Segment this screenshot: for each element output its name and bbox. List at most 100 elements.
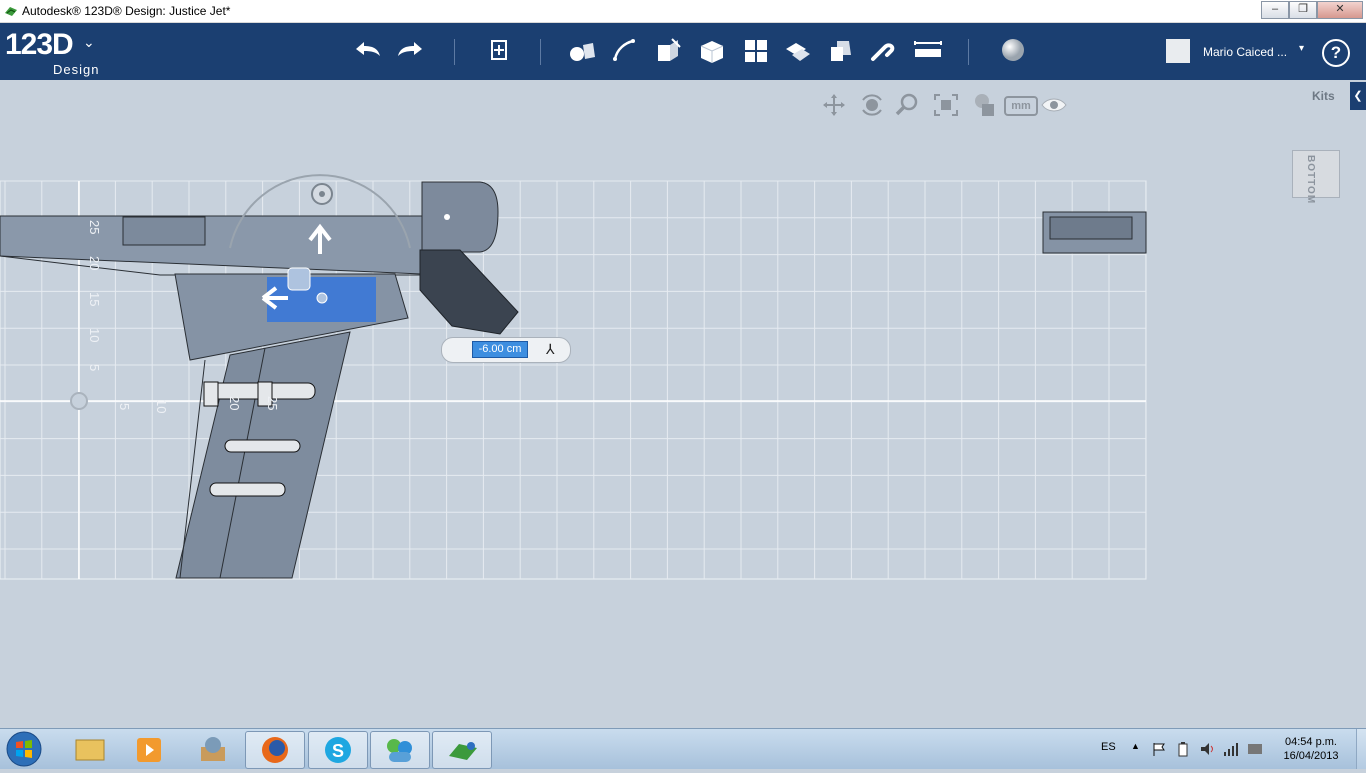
- minimize-button[interactable]: –: [1261, 1, 1289, 19]
- maximize-button[interactable]: ❐: [1289, 1, 1317, 19]
- view-mode-icon[interactable]: [970, 92, 998, 118]
- logo-text: 123D: [5, 28, 74, 61]
- show-desktop-button[interactable]: [1356, 729, 1366, 769]
- 123d-design-icon: [449, 742, 477, 760]
- origin-marker: [70, 392, 88, 410]
- flag-icon[interactable]: [1151, 741, 1167, 757]
- clock-date: 16/04/2013: [1283, 750, 1339, 762]
- ruler-label-h10: 10: [154, 399, 169, 413]
- measure-button[interactable]: [910, 35, 946, 67]
- orbit-icon[interactable]: [858, 92, 886, 118]
- transform-icon: [491, 40, 507, 60]
- modify-button[interactable]: [694, 35, 730, 67]
- taskbar-messenger[interactable]: [370, 731, 430, 769]
- redo-button[interactable]: [392, 35, 428, 67]
- system-clock[interactable]: 04:54 p.m. 16/04/2013: [1280, 735, 1342, 763]
- firefox-icon: [262, 737, 288, 763]
- primitives-button[interactable]: [565, 35, 601, 67]
- tray-expand-icon[interactable]: ▲: [1131, 741, 1140, 751]
- 3d-viewport[interactable]: 25 20 15 10 5 5 10 20 25 mm Kits ❮ BOTTO…: [0, 80, 1366, 728]
- view-cube[interactable]: BOTTOM: [1292, 150, 1340, 204]
- move-handle[interactable]: [287, 267, 311, 291]
- window-title-bar: Autodesk® 123D® Design: Justice Jet* – ❐…: [0, 0, 1366, 23]
- combine-icon: [831, 41, 851, 61]
- zoom-icon[interactable]: [894, 92, 922, 118]
- taskbar-123d-design[interactable]: [432, 731, 492, 769]
- construct-button[interactable]: [650, 35, 686, 67]
- media-player-icon: [137, 738, 161, 762]
- volume-icon[interactable]: [1199, 741, 1215, 757]
- toolbar-separator: [454, 39, 455, 65]
- material-icon: [1002, 39, 1024, 61]
- scene-canvas[interactable]: 25 20 15 10 5 5 10 20 25: [0, 80, 1366, 728]
- start-button[interactable]: [4, 730, 44, 768]
- dimension-input-box: -6.00 cm ⅄: [441, 337, 571, 363]
- kits-panel-toggle[interactable]: ❮: [1350, 82, 1366, 110]
- clock-time: 04:54 p.m.: [1285, 736, 1337, 748]
- pan-icon[interactable]: [820, 92, 848, 118]
- language-indicator[interactable]: ES: [1101, 741, 1116, 753]
- ruler-label-25: 25: [87, 220, 102, 234]
- taskbar-skype[interactable]: S: [308, 731, 368, 769]
- undo-button[interactable]: [350, 35, 386, 67]
- pattern-button[interactable]: [738, 35, 774, 67]
- svg-text:S: S: [332, 741, 344, 761]
- fit-icon[interactable]: [932, 92, 960, 118]
- tray-app-icon[interactable]: [1247, 741, 1263, 757]
- main-toolbar: 123D ⌄ Design Mario Caiced ... ▾ ?: [0, 23, 1366, 80]
- user-name: Mario Caiced ...: [1203, 45, 1288, 59]
- snap-toggle-icon[interactable]: ⅄: [546, 341, 555, 358]
- snap-button[interactable]: [865, 35, 901, 67]
- ruler-label-h25: 25: [265, 396, 280, 410]
- avatar: [1166, 39, 1190, 63]
- grouping-icon: [786, 43, 810, 61]
- eye-icon[interactable]: [1040, 92, 1068, 118]
- taskbar-explorer[interactable]: [60, 731, 118, 767]
- modify-icon: [700, 41, 724, 63]
- windows-explorer-icon: [75, 739, 105, 761]
- chevron-down-icon: ⌄: [83, 34, 95, 50]
- 123d-app-icon: [5, 7, 17, 16]
- window-title: Autodesk® 123D® Design: Justice Jet*: [22, 4, 231, 18]
- toolbar-separator: [968, 39, 969, 65]
- messenger-icon: [387, 739, 412, 762]
- battery-icon[interactable]: [1177, 741, 1189, 757]
- app-icon-3: [201, 737, 225, 761]
- pattern-icon: [745, 40, 767, 62]
- grouping-button[interactable]: [780, 35, 816, 67]
- ruler-label-h5: 5: [117, 403, 132, 410]
- sketch-button[interactable]: [607, 35, 643, 67]
- help-button[interactable]: ?: [1322, 39, 1350, 67]
- ruler-label-10: 10: [87, 328, 102, 342]
- ruler-label-5: 5: [87, 364, 102, 371]
- view-cube-face-label: BOTTOM: [1305, 155, 1316, 205]
- ruler-label-15: 15: [87, 292, 102, 306]
- kits-label[interactable]: Kits: [1312, 89, 1335, 103]
- app-menu-logo[interactable]: 123D ⌄ Design: [5, 28, 98, 78]
- transform-button[interactable]: [481, 35, 517, 67]
- network-icon[interactable]: [1223, 741, 1239, 757]
- sketch-icon: [613, 39, 635, 61]
- logo-subtitle: Design: [53, 62, 100, 77]
- construct-icon: [658, 38, 681, 61]
- measure-icon: [914, 41, 942, 57]
- jet-model[interactable]: [0, 181, 1147, 579]
- windows-taskbar: S ES ▲ 04:54 p.m. 16/04/2013: [0, 728, 1366, 769]
- skype-icon: S: [325, 737, 351, 763]
- redo-icon: [398, 42, 422, 56]
- ruler-label-h20: 20: [227, 396, 242, 410]
- material-button[interactable]: [995, 35, 1031, 67]
- units-button[interactable]: mm: [1004, 96, 1038, 116]
- taskbar-app-3[interactable]: [183, 731, 241, 767]
- caret-down-icon: ▾: [1299, 43, 1305, 54]
- undo-icon: [356, 42, 380, 56]
- ruler-label-20: 20: [87, 256, 102, 270]
- taskbar-media-player[interactable]: [120, 731, 178, 767]
- primitives-icon: [570, 43, 595, 61]
- taskbar-firefox[interactable]: [245, 731, 305, 769]
- dimension-value-input[interactable]: -6.00 cm: [472, 341, 528, 358]
- snap-icon: [871, 43, 895, 61]
- combine-button[interactable]: [823, 35, 859, 67]
- close-button[interactable]: ✕: [1317, 1, 1363, 19]
- dimension-anchor: [444, 214, 450, 220]
